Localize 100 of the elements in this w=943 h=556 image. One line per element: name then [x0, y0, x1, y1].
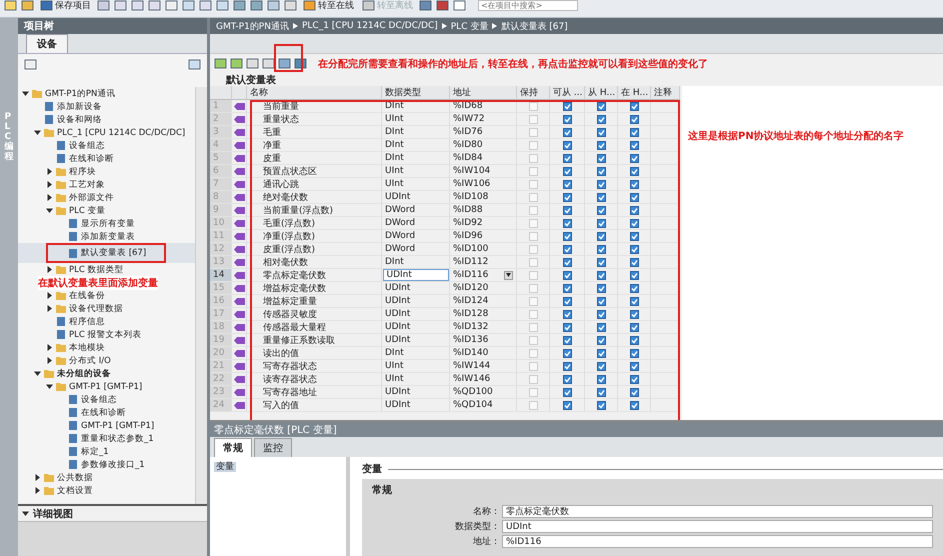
expand-arrow-icon[interactable] — [46, 357, 53, 364]
tree-item[interactable]: 在线和诊断 — [18, 152, 195, 165]
tree-item[interactable]: PLC 数据类型 — [18, 263, 195, 276]
checkbox[interactable] — [596, 336, 606, 344]
breadcrumb-item[interactable]: PLC 变量 — [450, 20, 488, 32]
checkbox[interactable] — [596, 348, 606, 358]
column-header[interactable]: 名称 — [247, 86, 382, 100]
checkbox[interactable] — [630, 348, 638, 358]
checkbox[interactable] — [630, 400, 638, 410]
column-header[interactable]: 数据类型 — [382, 86, 450, 100]
checkbox[interactable] — [562, 258, 572, 266]
column-header[interactable]: 从 H... — [585, 86, 618, 100]
checkbox[interactable] — [596, 166, 606, 176]
tree-item[interactable]: 默认变量表 [67] — [18, 243, 195, 263]
checkbox[interactable] — [562, 374, 572, 384]
tree-item[interactable]: 在线和诊断 — [18, 406, 195, 419]
checkbox[interactable] — [596, 258, 606, 266]
tree-item[interactable]: 在线备份 — [18, 289, 195, 302]
tree-item[interactable]: 参数修改接口_1 — [18, 458, 195, 471]
checkbox[interactable] — [630, 180, 638, 188]
checkbox[interactable] — [562, 388, 572, 396]
checkbox[interactable] — [630, 244, 638, 254]
expand-arrow-icon[interactable] — [46, 344, 53, 351]
tree-item[interactable]: 设备组态 — [18, 393, 195, 406]
checkbox[interactable] — [630, 140, 638, 150]
input-field[interactable]: 零点标定毫伏数 — [502, 505, 933, 518]
tree-item[interactable]: 工艺对象 — [18, 178, 195, 191]
expand-arrow-icon[interactable] — [34, 487, 41, 494]
column-header[interactable]: 可从 ... — [550, 86, 585, 100]
checkbox[interactable] — [596, 206, 606, 214]
checkbox[interactable] — [596, 270, 606, 280]
checkbox[interactable] — [630, 218, 638, 228]
checkbox[interactable] — [562, 180, 572, 188]
checkbox[interactable] — [562, 206, 572, 214]
checkbox[interactable] — [562, 310, 572, 318]
go-online-button[interactable]: 转至在线 — [301, 0, 356, 11]
expand-arrow-icon[interactable] — [46, 292, 53, 299]
checkbox[interactable] — [630, 206, 638, 214]
checkbox[interactable] — [596, 310, 606, 318]
checkbox[interactable] — [630, 154, 638, 162]
checkbox[interactable] — [630, 362, 638, 370]
checkbox[interactable] — [630, 270, 638, 280]
checkbox[interactable] — [630, 336, 638, 344]
checkbox[interactable] — [630, 192, 638, 202]
checkbox[interactable] — [596, 296, 606, 306]
tree-item[interactable]: 设备和网络 — [18, 113, 195, 126]
expand-arrow-icon[interactable] — [46, 168, 53, 175]
tree-item[interactable]: 外部源文件 — [18, 191, 195, 204]
checkbox[interactable] — [596, 322, 606, 332]
column-header[interactable]: 保持 — [517, 86, 550, 100]
checkbox[interactable] — [596, 218, 606, 228]
checkbox[interactable] — [562, 400, 572, 410]
tree-item[interactable]: 显示所有变量 — [18, 217, 195, 230]
checkbox[interactable] — [630, 322, 638, 332]
checkbox[interactable] — [630, 284, 638, 292]
checkbox[interactable] — [596, 114, 606, 124]
devices-tab[interactable]: 设备 — [26, 34, 68, 53]
properties-tab[interactable]: 监控 — [254, 438, 292, 457]
data-type-field[interactable]: UDInt — [382, 269, 448, 281]
tree-item[interactable]: 程序信息 — [18, 315, 195, 328]
tree-item[interactable]: 设备代理数据 — [18, 302, 195, 315]
checkbox[interactable] — [596, 140, 606, 150]
checkbox[interactable] — [630, 166, 638, 176]
checkbox[interactable] — [596, 154, 606, 162]
checkbox[interactable] — [562, 362, 572, 370]
column-header[interactable]: 在 H... — [618, 86, 651, 100]
column-header[interactable]: 注释 — [651, 86, 680, 100]
tree-item[interactable]: 标定_1 — [18, 445, 195, 458]
save-project-button[interactable]: 保存项目 — [38, 0, 93, 11]
checkbox[interactable] — [562, 192, 572, 202]
scrollbar[interactable] — [195, 87, 207, 504]
checkbox[interactable] — [596, 388, 606, 396]
checkbox[interactable] — [562, 218, 572, 228]
properties-tab[interactable]: 常规 — [214, 438, 252, 457]
dropdown-button[interactable] — [504, 270, 513, 280]
tree-item[interactable]: 程序块 — [18, 165, 195, 178]
tree-item[interactable]: 分布式 I/O — [18, 354, 195, 367]
input-field[interactable]: UDInt — [502, 520, 933, 533]
checkbox[interactable] — [630, 388, 638, 396]
checkbox[interactable] — [562, 232, 572, 240]
column-header[interactable]: 地址 — [450, 86, 517, 100]
checkbox[interactable] — [630, 114, 638, 124]
expand-arrow-icon[interactable] — [34, 129, 41, 136]
expand-arrow-icon[interactable] — [34, 474, 41, 481]
expand-arrow-icon[interactable] — [34, 370, 41, 377]
tree-item[interactable]: 添加新设备 — [18, 100, 195, 113]
checkbox[interactable] — [596, 374, 606, 384]
checkbox[interactable] — [562, 270, 572, 280]
checkbox[interactable] — [596, 180, 606, 188]
checkbox[interactable] — [630, 232, 638, 240]
tree-item[interactable]: GMT-P1的PN通讯 — [18, 87, 195, 100]
checkbox[interactable] — [596, 128, 606, 136]
tree-item[interactable]: PLC 变量 — [18, 204, 195, 217]
checkbox[interactable] — [630, 128, 638, 136]
input-field[interactable]: %ID116 — [502, 535, 933, 548]
breadcrumb-item[interactable]: GMT-P1的PN通讯 — [216, 20, 289, 32]
tree-item[interactable]: GMT-P1 [GMT-P1] — [18, 419, 195, 432]
checkbox[interactable] — [596, 362, 606, 370]
checkbox[interactable] — [596, 244, 606, 254]
checkbox[interactable] — [596, 192, 606, 202]
